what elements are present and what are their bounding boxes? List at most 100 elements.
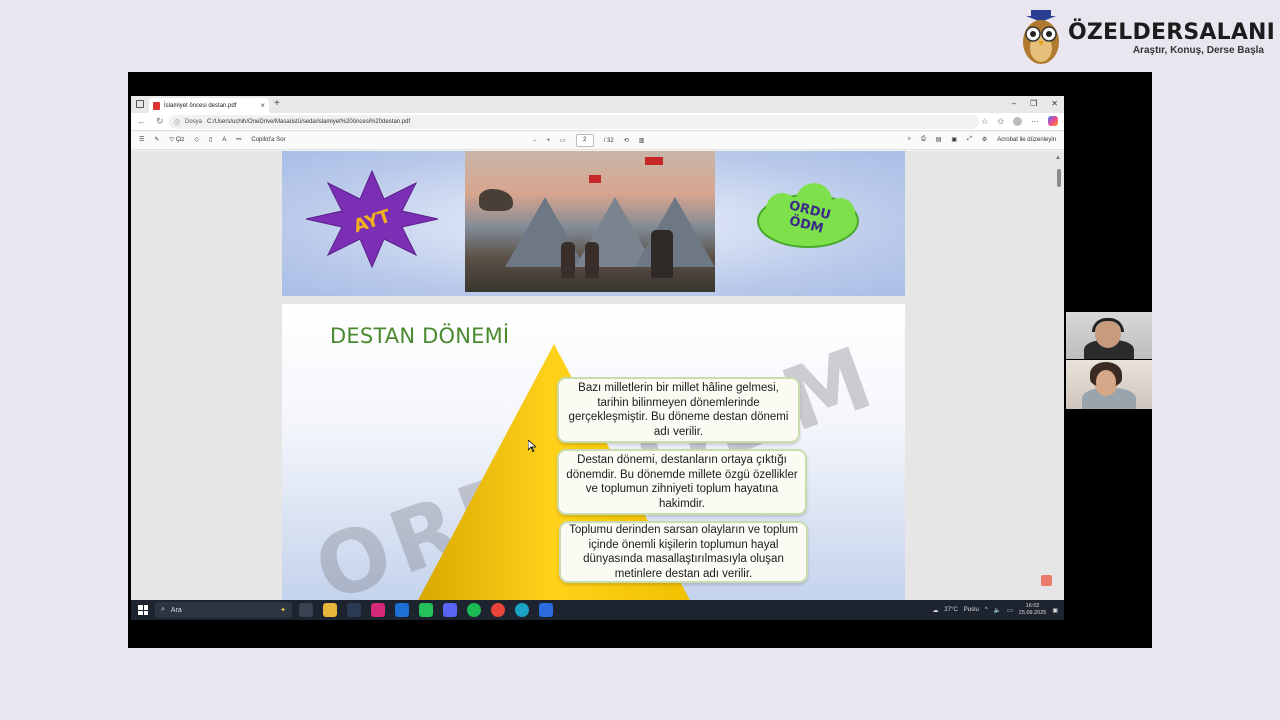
ayt-star-badge: AYT bbox=[305, 169, 439, 269]
tab-bar: İslamiyet öncesi destan.pdf × + – ❐ ✕ bbox=[131, 96, 1064, 113]
minimize-icon[interactable]: – bbox=[1012, 99, 1016, 108]
url-text: C:/Users/uchih/OneDrive/Masaüstü/seda/is… bbox=[207, 119, 411, 125]
nav-buttons: ← ↻ bbox=[137, 116, 164, 127]
address-bar: ← ↻ ⓘ Dosya C:/Users/uchih/OneDrive/Masa… bbox=[131, 113, 1064, 131]
draw-label: Çiz bbox=[175, 137, 185, 143]
pdf-toolbar: ☰ ✎ ▽ Çiz ◇ ▯ A ⚯ Copilot'a Sor − + ▭ 2 … bbox=[131, 132, 1064, 150]
page-view-icon[interactable]: ▯ bbox=[209, 136, 212, 143]
weather-temp[interactable]: 27°C bbox=[944, 607, 957, 613]
copilot-icon[interactable] bbox=[1048, 116, 1058, 126]
refresh-icon[interactable]: ↻ bbox=[156, 116, 164, 127]
tab-pdf[interactable]: İslamiyet öncesi destan.pdf × bbox=[149, 98, 269, 113]
windows-start-icon[interactable] bbox=[138, 605, 148, 615]
instagram-icon[interactable] bbox=[371, 603, 385, 617]
tab-actions-icon[interactable] bbox=[136, 100, 144, 108]
zoom-out-icon[interactable]: − bbox=[533, 138, 537, 144]
mouse-cursor-icon bbox=[528, 440, 536, 452]
search-icon[interactable]: ⌕ bbox=[908, 136, 911, 143]
info-box-1: Bazı milletlerin bir millet hâline gelme… bbox=[557, 377, 800, 443]
address-actions: ☆ ✩ ⋯ bbox=[981, 116, 1058, 126]
page-total: / 32 bbox=[603, 137, 614, 144]
whatsapp-icon[interactable] bbox=[419, 603, 433, 617]
info-box-2: Destan dönemi, destanların ortaya çıktığ… bbox=[557, 449, 807, 515]
steam-icon[interactable] bbox=[347, 603, 361, 617]
weather-desc[interactable]: Puslu bbox=[964, 607, 979, 613]
url-field[interactable]: ⓘ Dosya C:/Users/uchih/OneDrive/Masaüstü… bbox=[169, 115, 979, 129]
search-placeholder: Ara bbox=[170, 606, 182, 614]
notifications-icon[interactable]: ▣ bbox=[1052, 607, 1058, 614]
rotate-icon[interactable]: ⟲ bbox=[624, 137, 629, 144]
tray-expand-icon[interactable]: ^ bbox=[985, 607, 988, 613]
scrollbar-thumb[interactable] bbox=[1057, 169, 1061, 187]
favorites-icon[interactable]: ✩ bbox=[997, 117, 1004, 126]
window-controls: – ❐ ✕ bbox=[1012, 99, 1058, 108]
zoom-icon[interactable] bbox=[539, 603, 553, 617]
translate-icon[interactable]: ⚯ bbox=[236, 136, 241, 143]
clock-date: 25.09.2025 bbox=[1018, 610, 1047, 616]
page-number-input[interactable]: 2 bbox=[575, 134, 594, 147]
acrobat-icon[interactable] bbox=[1041, 575, 1052, 586]
close-window-icon[interactable]: ✕ bbox=[1051, 99, 1058, 108]
copilot-ask-button[interactable]: Copilot'a Sor bbox=[251, 137, 285, 143]
task-view-icon[interactable] bbox=[299, 603, 313, 617]
search-icon: ⌕ bbox=[161, 606, 165, 613]
outlook-icon[interactable] bbox=[395, 603, 409, 617]
rider-figure bbox=[585, 242, 599, 278]
webcam-tile-1[interactable] bbox=[1066, 312, 1152, 359]
destan-painting bbox=[465, 151, 715, 292]
edge-icon[interactable] bbox=[515, 603, 529, 617]
brand-tagline: Araştır, Konuş, Derse Başla bbox=[1132, 45, 1264, 56]
new-tab-icon[interactable]: + bbox=[274, 98, 280, 109]
slide-destan-donemi: ORDU ÖDM DESTAN DÖNEMİ Bazı milletlerin … bbox=[282, 304, 905, 600]
close-tab-icon[interactable]: × bbox=[260, 101, 265, 110]
taskbar-search[interactable]: ⌕ Ara ✦ bbox=[155, 602, 292, 618]
zoom-in-icon[interactable]: + bbox=[547, 138, 551, 144]
slide-banner: AYT ORDU ÖDM bbox=[282, 151, 905, 296]
rider-figure bbox=[651, 230, 673, 278]
volume-icon[interactable]: 🔈 bbox=[994, 607, 1001, 614]
browser-window: İslamiyet öncesi destan.pdf × + – ❐ ✕ ← … bbox=[131, 96, 1064, 620]
contents-icon[interactable]: ☰ bbox=[139, 136, 144, 143]
tab-title: İslamiyet öncesi destan.pdf bbox=[164, 102, 237, 109]
webcam-tile-2[interactable] bbox=[1066, 360, 1152, 409]
brand-logo: ÖZELDERSALANI Araştır, Konuş, Derse Başl… bbox=[1018, 8, 1275, 70]
discord-icon[interactable] bbox=[443, 603, 457, 617]
acrobat-edit-button[interactable]: Acrobat ile düzenleyin bbox=[997, 137, 1056, 143]
spotify-icon[interactable] bbox=[467, 603, 481, 617]
read-aloud-icon[interactable]: A bbox=[222, 137, 226, 143]
favorite-star-icon[interactable]: ☆ bbox=[981, 117, 988, 126]
maximize-icon[interactable]: ❐ bbox=[1030, 99, 1037, 108]
save-icon[interactable]: ▤ bbox=[936, 136, 942, 143]
sparkle-icon: ✦ bbox=[280, 607, 286, 614]
headphones-icon bbox=[1092, 318, 1124, 332]
chrome-icon[interactable] bbox=[491, 603, 505, 617]
more-menu-icon[interactable]: ⋯ bbox=[1031, 117, 1039, 126]
highlight-icon[interactable]: ✎ bbox=[154, 136, 159, 143]
file-explorer-icon[interactable] bbox=[323, 603, 337, 617]
network-icon[interactable]: ▭ bbox=[1007, 607, 1013, 614]
system-tray: ☁ 27°C Puslu ^ 🔈 ▭ 16:02 25.09.2025 ▣ bbox=[932, 603, 1058, 617]
ordu-odm-cloud: ORDU ÖDM bbox=[752, 183, 864, 253]
flag-shape bbox=[645, 157, 663, 165]
settings-icon[interactable]: ⚙ bbox=[982, 136, 987, 143]
pdf-viewer[interactable]: ▲ AYT ORDU ÖDM ORDU DESTAN DÖNEMİ Bazı m… bbox=[131, 151, 1064, 600]
fit-page-icon[interactable]: ▭ bbox=[560, 137, 566, 144]
taskbar-apps bbox=[299, 603, 553, 617]
print-icon[interactable]: ⎙ bbox=[921, 136, 926, 143]
clock-time: 16:02 bbox=[1025, 603, 1040, 609]
mountain-shape bbox=[635, 197, 715, 267]
back-icon[interactable]: ← bbox=[137, 116, 146, 127]
eraser-icon[interactable]: ◇ bbox=[194, 136, 199, 143]
profile-avatar[interactable] bbox=[1013, 116, 1022, 126]
save-as-icon[interactable]: ▣ bbox=[951, 136, 957, 143]
scroll-up-icon[interactable]: ▲ bbox=[1055, 155, 1061, 161]
taskbar: ⌕ Ara ✦ ☁ 27°C Puslu ^ 🔈 ▭ 16:02 25.09.2… bbox=[131, 600, 1064, 620]
two-page-icon[interactable]: ▥ bbox=[639, 137, 645, 144]
url-scheme-label: Dosya bbox=[185, 119, 203, 125]
pdf-icon bbox=[153, 101, 160, 110]
weather-icon[interactable]: ☁ bbox=[932, 607, 938, 614]
fullscreen-icon[interactable]: ⤢ bbox=[967, 136, 972, 143]
clock[interactable]: 16:02 25.09.2025 bbox=[1019, 603, 1047, 617]
info-icon[interactable]: ⓘ bbox=[174, 118, 180, 127]
draw-button[interactable]: ▽ Çiz bbox=[169, 136, 184, 143]
